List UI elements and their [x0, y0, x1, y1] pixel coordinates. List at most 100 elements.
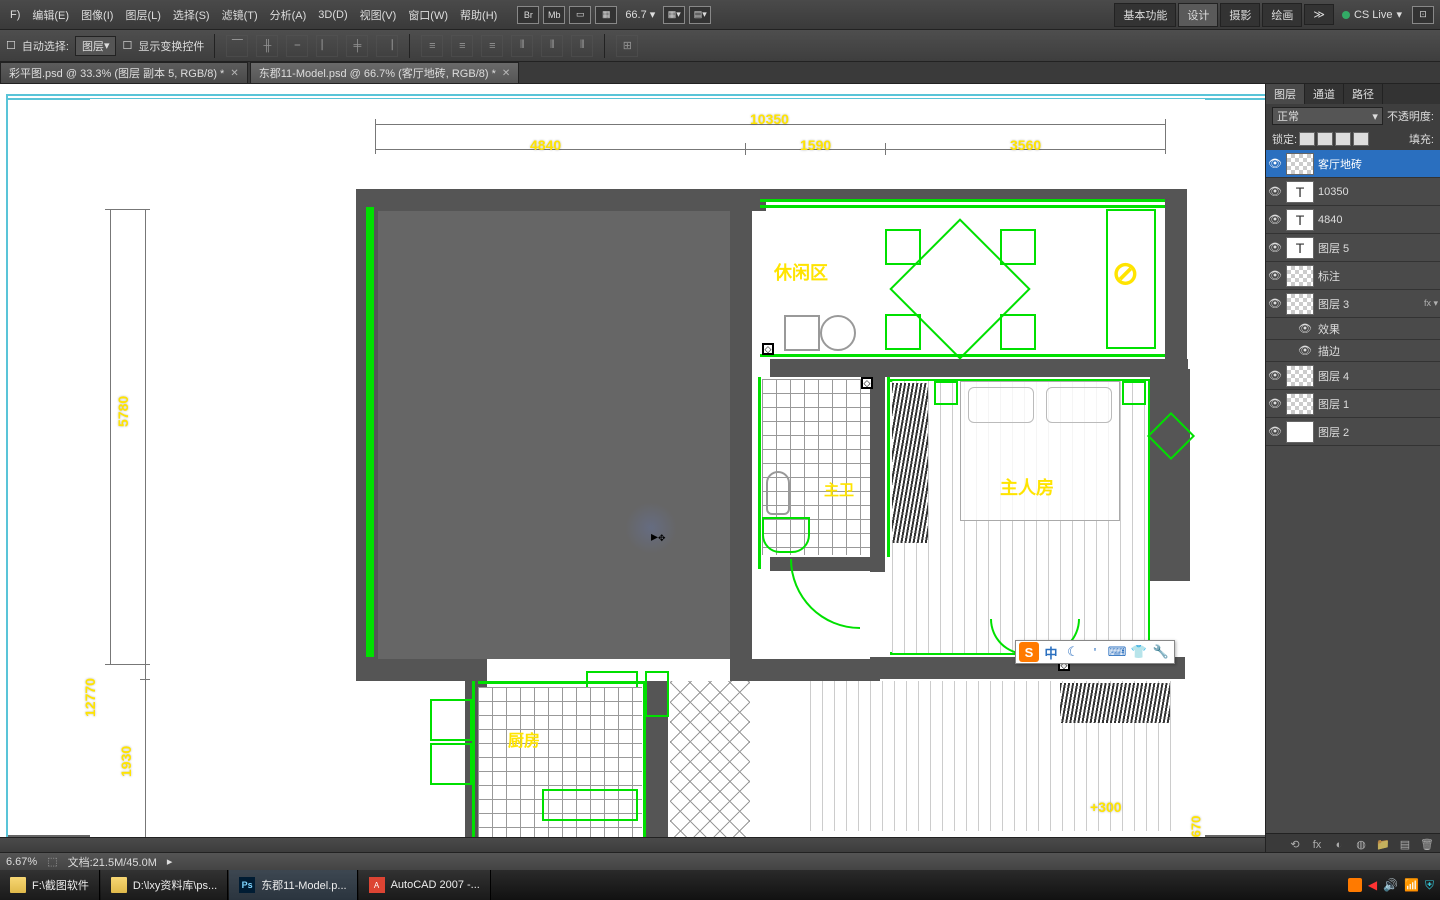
align-bottom-icon[interactable]: ⎯ [286, 35, 308, 57]
dist-vmid-icon[interactable]: ≡ [451, 35, 473, 57]
visibility-icon[interactable]: 👁 [1268, 369, 1282, 383]
layer-label[interactable]: 图层 3 [1318, 296, 1420, 312]
visibility-icon[interactable]: 👁 [1268, 269, 1282, 283]
layer-thumb[interactable] [1286, 265, 1314, 287]
layer-effect-row[interactable]: 👁 效果 [1266, 318, 1440, 340]
layer-row[interactable]: 👁 T 10350 [1266, 178, 1440, 206]
layer-row[interactable]: 👁 图层 4 [1266, 362, 1440, 390]
ime-toolbar[interactable]: S 中 ☾ ' ⌨ 👕 🔧 [1015, 640, 1175, 664]
sogou-tray-icon[interactable] [1348, 878, 1362, 892]
taskbar-item[interactable]: F:\截图软件 [0, 870, 100, 900]
visibility-icon[interactable]: 👁 [1298, 344, 1312, 358]
ime-moon-icon[interactable]: ☾ [1063, 642, 1083, 662]
layer-list[interactable]: 👁 客厅地砖 👁 T 10350 👁 T 4840 👁 T 图层 5 👁 [1266, 150, 1440, 833]
ime-lang-icon[interactable]: 中 [1041, 642, 1061, 662]
layer-row[interactable]: 👁 图层 2 [1266, 418, 1440, 446]
workspace-basic[interactable]: 基本功能 [1114, 3, 1176, 27]
canvas-viewport[interactable]: 10350 4840 1590 3560 5780 12770 1930 [0, 84, 1265, 855]
new-group-icon[interactable]: 📁 [1374, 837, 1392, 853]
visibility-icon[interactable]: 👁 [1268, 213, 1282, 227]
layer-row[interactable]: 👁 标注 [1266, 262, 1440, 290]
dist-left-icon[interactable]: ⦀ [511, 35, 533, 57]
menu-file[interactable]: F) [4, 5, 26, 25]
minibridge-icon[interactable]: Mb [543, 6, 565, 24]
link-layers-icon[interactable]: ⟲ [1286, 837, 1304, 853]
ime-punct-icon[interactable]: ' [1085, 642, 1105, 662]
view-rulers-icon[interactable]: ▤▾ [689, 6, 711, 24]
new-layer-icon[interactable]: ▤ [1396, 837, 1414, 853]
zoom-status[interactable]: 6.67% [6, 856, 37, 868]
tab-channels[interactable]: 通道 [1305, 84, 1344, 104]
layer-label[interactable]: 图层 4 [1318, 368, 1438, 384]
close-icon[interactable]: ✕ [230, 68, 238, 79]
tab-paths[interactable]: 路径 [1344, 84, 1383, 104]
layer-row[interactable]: 👁 客厅地砖 [1266, 150, 1440, 178]
align-left-icon[interactable]: ⎸ [316, 35, 338, 57]
menu-window[interactable]: 窗口(W) [402, 3, 454, 27]
visibility-icon[interactable]: 👁 [1268, 425, 1282, 439]
tab-layers[interactable]: 图层 [1266, 84, 1305, 104]
screen-mode-icon[interactable]: ▭ [569, 6, 591, 24]
ime-softkbd-icon[interactable]: ⌨ [1107, 642, 1127, 662]
tray-speaker-icon[interactable]: ◀ [1368, 878, 1377, 892]
layer-label[interactable]: 图层 5 [1318, 240, 1438, 256]
layer-row[interactable]: 👁 T 4840 [1266, 206, 1440, 234]
document-tab-1[interactable]: 彩平图.psd @ 33.3% (图层 副本 5, RGB/8) * ✕ [0, 62, 248, 83]
menu-3d[interactable]: 3D(D) [312, 5, 353, 25]
system-tray[interactable]: ◀ 🔊 📶 ⛨ [1342, 878, 1440, 893]
text-layer-icon[interactable]: T [1286, 209, 1314, 231]
text-layer-icon[interactable]: T [1286, 181, 1314, 203]
menu-help[interactable]: 帮助(H) [454, 3, 503, 27]
text-layer-icon[interactable]: T [1286, 237, 1314, 259]
layer-thumb[interactable] [1286, 293, 1314, 315]
menu-view[interactable]: 视图(V) [354, 3, 403, 27]
layer-label[interactable]: 图层 1 [1318, 396, 1438, 412]
taskbar-item[interactable]: Ps 东郡11-Model.p... [229, 870, 357, 900]
visibility-icon[interactable]: 👁 [1268, 241, 1282, 255]
layer-effect-row[interactable]: 👁 描边 [1266, 340, 1440, 362]
visibility-icon[interactable]: 👁 [1268, 297, 1282, 311]
lock-pixels-icon[interactable] [1317, 132, 1333, 146]
delete-layer-icon[interactable]: 🗑 [1418, 837, 1436, 853]
layer-style-icon[interactable]: fx [1308, 837, 1326, 853]
layer-label[interactable]: 标注 [1318, 268, 1438, 284]
menu-layer[interactable]: 图层(L) [119, 3, 166, 27]
lock-all-icon[interactable] [1353, 132, 1369, 146]
lock-position-icon[interactable] [1335, 132, 1351, 146]
view-extras-icon[interactable]: ▦▾ [663, 6, 685, 24]
workspace-more[interactable]: ≫ [1304, 4, 1334, 25]
dist-right-icon[interactable]: ⦀ [571, 35, 593, 57]
document-tab-2[interactable]: 东郡11-Model.psd @ 66.7% (客厅地砖, RGB/8) * ✕ [250, 62, 520, 83]
tray-volume-icon[interactable]: 🔊 [1383, 878, 1398, 892]
tray-security-icon[interactable]: ⛨ [1425, 878, 1434, 893]
doc-info-menu-icon[interactable]: ▸ [167, 855, 173, 868]
bridge-icon[interactable]: Br [517, 6, 539, 24]
fx-badge[interactable]: fx ▾ [1424, 298, 1438, 309]
visibility-icon[interactable]: 👁 [1268, 157, 1282, 171]
search-icon[interactable]: ⊡ [1412, 6, 1434, 24]
sogou-icon[interactable]: S [1019, 642, 1039, 662]
workspace-design[interactable]: 设计 [1178, 3, 1218, 27]
auto-select-dropdown[interactable]: 图层 ▾ [75, 36, 117, 56]
show-transform-checkbox[interactable]: ☐ [122, 39, 132, 52]
align-right-icon[interactable]: ⎹ [376, 35, 398, 57]
layer-row[interactable]: 👁 T 图层 5 [1266, 234, 1440, 262]
cslive-button[interactable]: CS Live ▾ [1342, 8, 1402, 21]
align-vmid-icon[interactable]: ╫ [256, 35, 278, 57]
layer-row[interactable]: 👁 图层 1 [1266, 390, 1440, 418]
dist-bottom-icon[interactable]: ≡ [481, 35, 503, 57]
layer-label[interactable]: 图层 2 [1318, 424, 1438, 440]
ime-skin-icon[interactable]: 👕 [1129, 642, 1149, 662]
align-hmid-icon[interactable]: ╪ [346, 35, 368, 57]
align-top-icon[interactable]: ⎺ [226, 35, 248, 57]
layer-thumb[interactable] [1286, 393, 1314, 415]
blend-mode-dropdown[interactable]: 正常▾ [1272, 107, 1383, 125]
taskbar-item[interactable]: A AutoCAD 2007 -... [359, 870, 491, 900]
ime-settings-icon[interactable]: 🔧 [1151, 642, 1171, 662]
workspace-photo[interactable]: 摄影 [1220, 3, 1260, 27]
visibility-icon[interactable]: 👁 [1268, 397, 1282, 411]
layer-mask-icon[interactable]: ◐ [1330, 837, 1348, 853]
menu-edit[interactable]: 编辑(E) [26, 3, 75, 27]
layer-label[interactable]: 4840 [1318, 214, 1438, 226]
taskbar-item[interactable]: D:\lxy资料库\ps... [101, 870, 228, 900]
